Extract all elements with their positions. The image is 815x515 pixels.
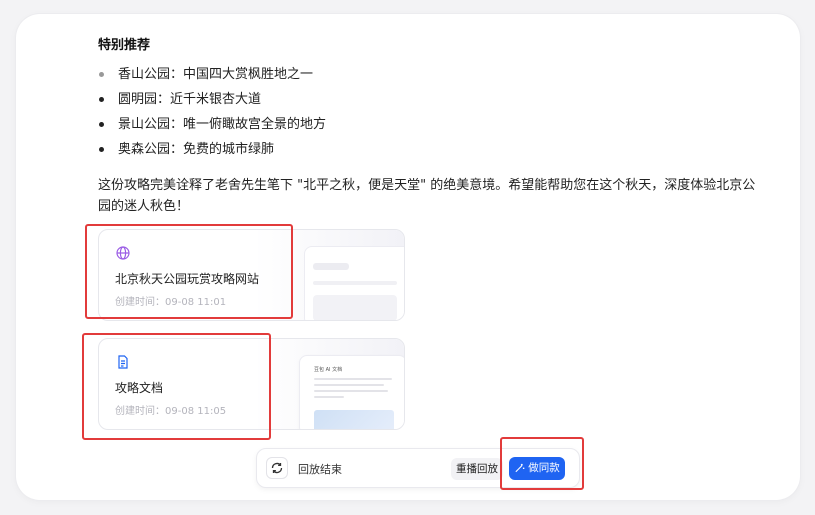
make-same-label: 做同款 — [528, 462, 560, 474]
list-item: 景山公园：唯一俯瞰故宫全景的地方 — [98, 112, 326, 137]
card-created-time: 创建时间：09-08 11:01 — [115, 297, 227, 308]
document-card[interactable]: 豆包 AI 文档 攻略文档 创建时间：09-08 11:05 — [98, 338, 405, 430]
card-title: 攻略文档 — [115, 381, 164, 395]
card-title: 北京秋天公园玩赏攻略网站 — [115, 272, 260, 286]
document-icon — [115, 354, 131, 370]
website-preview-thumbnail — [304, 246, 404, 320]
globe-icon — [115, 245, 131, 261]
recommendation-list: 香山公园：中国四大赏枫胜地之一 圆明园：近千米银杏大道 景山公园：唯一俯瞰故宫全… — [98, 62, 326, 162]
website-card[interactable]: 北京秋天公园玩赏攻略网站 创建时间：09-08 11:01 — [98, 229, 405, 321]
list-item: 香山公园：中国四大赏枫胜地之一 — [98, 62, 326, 87]
make-same-button[interactable]: 做同款 — [509, 457, 565, 480]
sparkle-icon — [515, 463, 525, 473]
playback-bar: 回放结束 重播回放 做同款 — [256, 448, 580, 488]
summary-text: 这份攻略完美诠释了老舍先生笔下 "北平之秋，便是天堂" 的绝美意境。希望能帮助您… — [98, 178, 756, 214]
replay-button[interactable]: 重播回放 — [451, 458, 503, 480]
document-preview-thumbnail: 豆包 AI 文档 — [299, 355, 404, 429]
list-item: 奥森公园：免费的城市绿肺 — [98, 137, 326, 162]
chat-page: 特别推荐 香山公园：中国四大赏枫胜地之一 圆明园：近千米银杏大道 景山公园：唯一… — [16, 14, 800, 500]
preview-title: 豆包 AI 文档 — [314, 367, 343, 373]
list-item: 圆明园：近千米银杏大道 — [98, 87, 326, 112]
section-title: 特别推荐 — [98, 38, 151, 53]
replay-status-icon — [266, 457, 288, 479]
card-created-time: 创建时间：09-08 11:05 — [115, 406, 227, 417]
playback-status: 回放结束 — [298, 463, 342, 476]
